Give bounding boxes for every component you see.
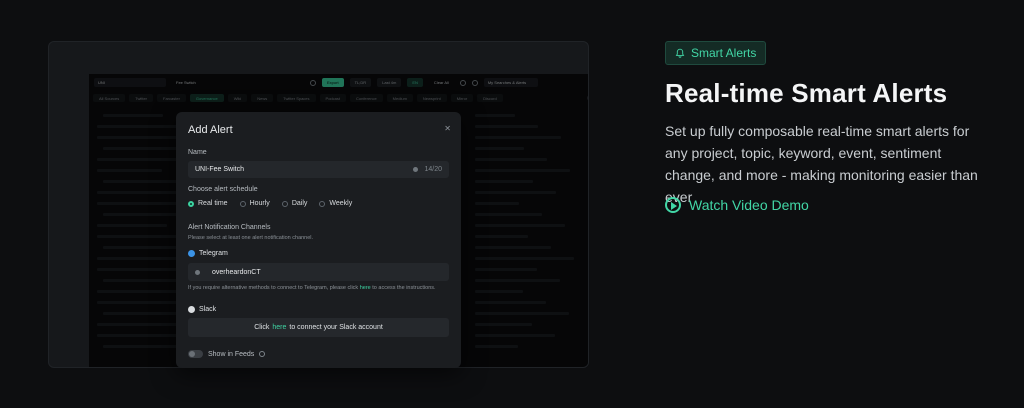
slack-prefix: Click (254, 324, 270, 331)
bell-icon (675, 48, 685, 58)
radio-icon (319, 200, 326, 207)
telegram-help: If you require alternative methods to co… (188, 285, 450, 292)
slack-checkbox[interactable]: Slack (188, 306, 216, 313)
slack-suffix: to connect your Slack account (289, 324, 383, 331)
show-in-feeds-row: Show in Feeds (188, 350, 266, 358)
telegram-help-prefix: If you require alternative methods to co… (188, 285, 359, 291)
telegram-help-suffix: to access the instructions. (372, 285, 436, 291)
play-icon (665, 197, 681, 213)
schedule-option-daily[interactable]: Daily (281, 200, 308, 207)
name-label: Name (188, 149, 207, 156)
telegram-value: overheardonCT (212, 268, 261, 276)
schedule-option-hourly[interactable]: Hourly (239, 200, 270, 207)
connect-slack-button[interactable]: Click here to connect your Slack account (188, 318, 449, 337)
name-value: UNI-Fee Switch (195, 166, 245, 173)
telegram-checkbox[interactable]: Telegram (188, 250, 228, 257)
telegram-icon (195, 269, 200, 275)
badge-label: Smart Alerts (691, 46, 757, 60)
slack-label: Slack (199, 306, 217, 313)
radio-icon (239, 200, 246, 207)
schedule-radio-group: Real time Hourly Daily Weekly (188, 200, 352, 207)
show-in-feeds-toggle[interactable] (188, 350, 203, 358)
schedule-option-realtime[interactable]: Real time (188, 200, 228, 207)
modal-title: Add Alert (188, 124, 233, 136)
watch-demo-label: Watch Video Demo (689, 197, 809, 213)
name-input[interactable]: UNI-Fee Switch 14/20 (188, 161, 449, 178)
checkbox-checked-icon (188, 250, 195, 257)
checkbox-icon (188, 306, 195, 313)
clear-icon[interactable] (413, 167, 419, 172)
page-title: Real-time Smart Alerts (665, 78, 948, 108)
schedule-option-label: Weekly (329, 200, 353, 207)
telegram-help-link[interactable]: here (360, 285, 371, 291)
schedule-option-label: Real time (198, 200, 228, 207)
telegram-input[interactable]: overheardonCT (188, 263, 449, 281)
show-in-feeds-label: Show in Feeds (208, 350, 255, 358)
schedule-label: Choose alert schedule (188, 186, 258, 193)
schedule-option-weekly[interactable]: Weekly (319, 200, 352, 207)
schedule-option-label: Hourly (249, 200, 270, 207)
smart-alerts-badge: Smart Alerts (665, 41, 767, 65)
watch-demo-link[interactable]: Watch Video Demo (665, 197, 809, 213)
name-counter: 14/20 (413, 166, 442, 173)
schedule-option-label: Daily (291, 200, 308, 207)
radio-selected-icon (188, 200, 194, 207)
slack-link[interactable]: here (272, 324, 286, 331)
radio-icon (281, 200, 288, 207)
telegram-label: Telegram (199, 250, 228, 257)
channels-hint: Please select at least one alert notific… (188, 235, 314, 241)
channels-label: Alert Notification Channels (188, 224, 271, 231)
add-alert-modal: Add Alert ✕ Name UNI-Fee Switch 14/20 Ch… (176, 112, 461, 368)
close-icon[interactable]: ✕ (444, 124, 451, 133)
info-icon[interactable] (259, 351, 266, 357)
description: Set up fully composable real-time smart … (665, 123, 978, 205)
name-count: 14/20 (424, 166, 442, 173)
